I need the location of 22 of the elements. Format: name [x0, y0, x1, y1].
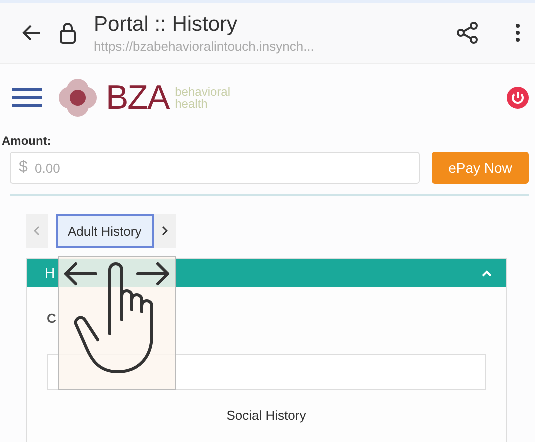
logo-tagline: behavioral health — [175, 86, 230, 110]
epay-now-button[interactable]: ePay Now — [432, 152, 529, 184]
share-icon[interactable] — [457, 22, 479, 44]
section-title: Social History — [226, 408, 308, 423]
menu-icon[interactable] — [12, 88, 42, 108]
page-title: Portal :: History — [94, 12, 239, 36]
url-text[interactable]: https://bzabehavioralintouch.insynch... — [94, 38, 439, 54]
power-icon[interactable] — [507, 87, 529, 109]
currency-symbol: $ — [19, 159, 28, 177]
chevron-left-icon — [34, 226, 40, 236]
tab[interactable]: Adult History — [56, 214, 154, 248]
amount-label: Amount: — [1, 133, 52, 150]
logo-text: BZA — [106, 78, 170, 118]
lock-icon — [60, 22, 76, 44]
back-arrow-icon[interactable] — [22, 23, 42, 43]
field-label: C — [47, 311, 58, 326]
flower-logo-icon — [56, 76, 100, 120]
chevron-right-icon — [162, 226, 168, 236]
collapse-icon[interactable] — [482, 269, 492, 277]
next-tab-button[interactable] — [154, 214, 176, 248]
panel-title: H — [45, 265, 56, 281]
more-options-icon[interactable] — [515, 23, 521, 43]
